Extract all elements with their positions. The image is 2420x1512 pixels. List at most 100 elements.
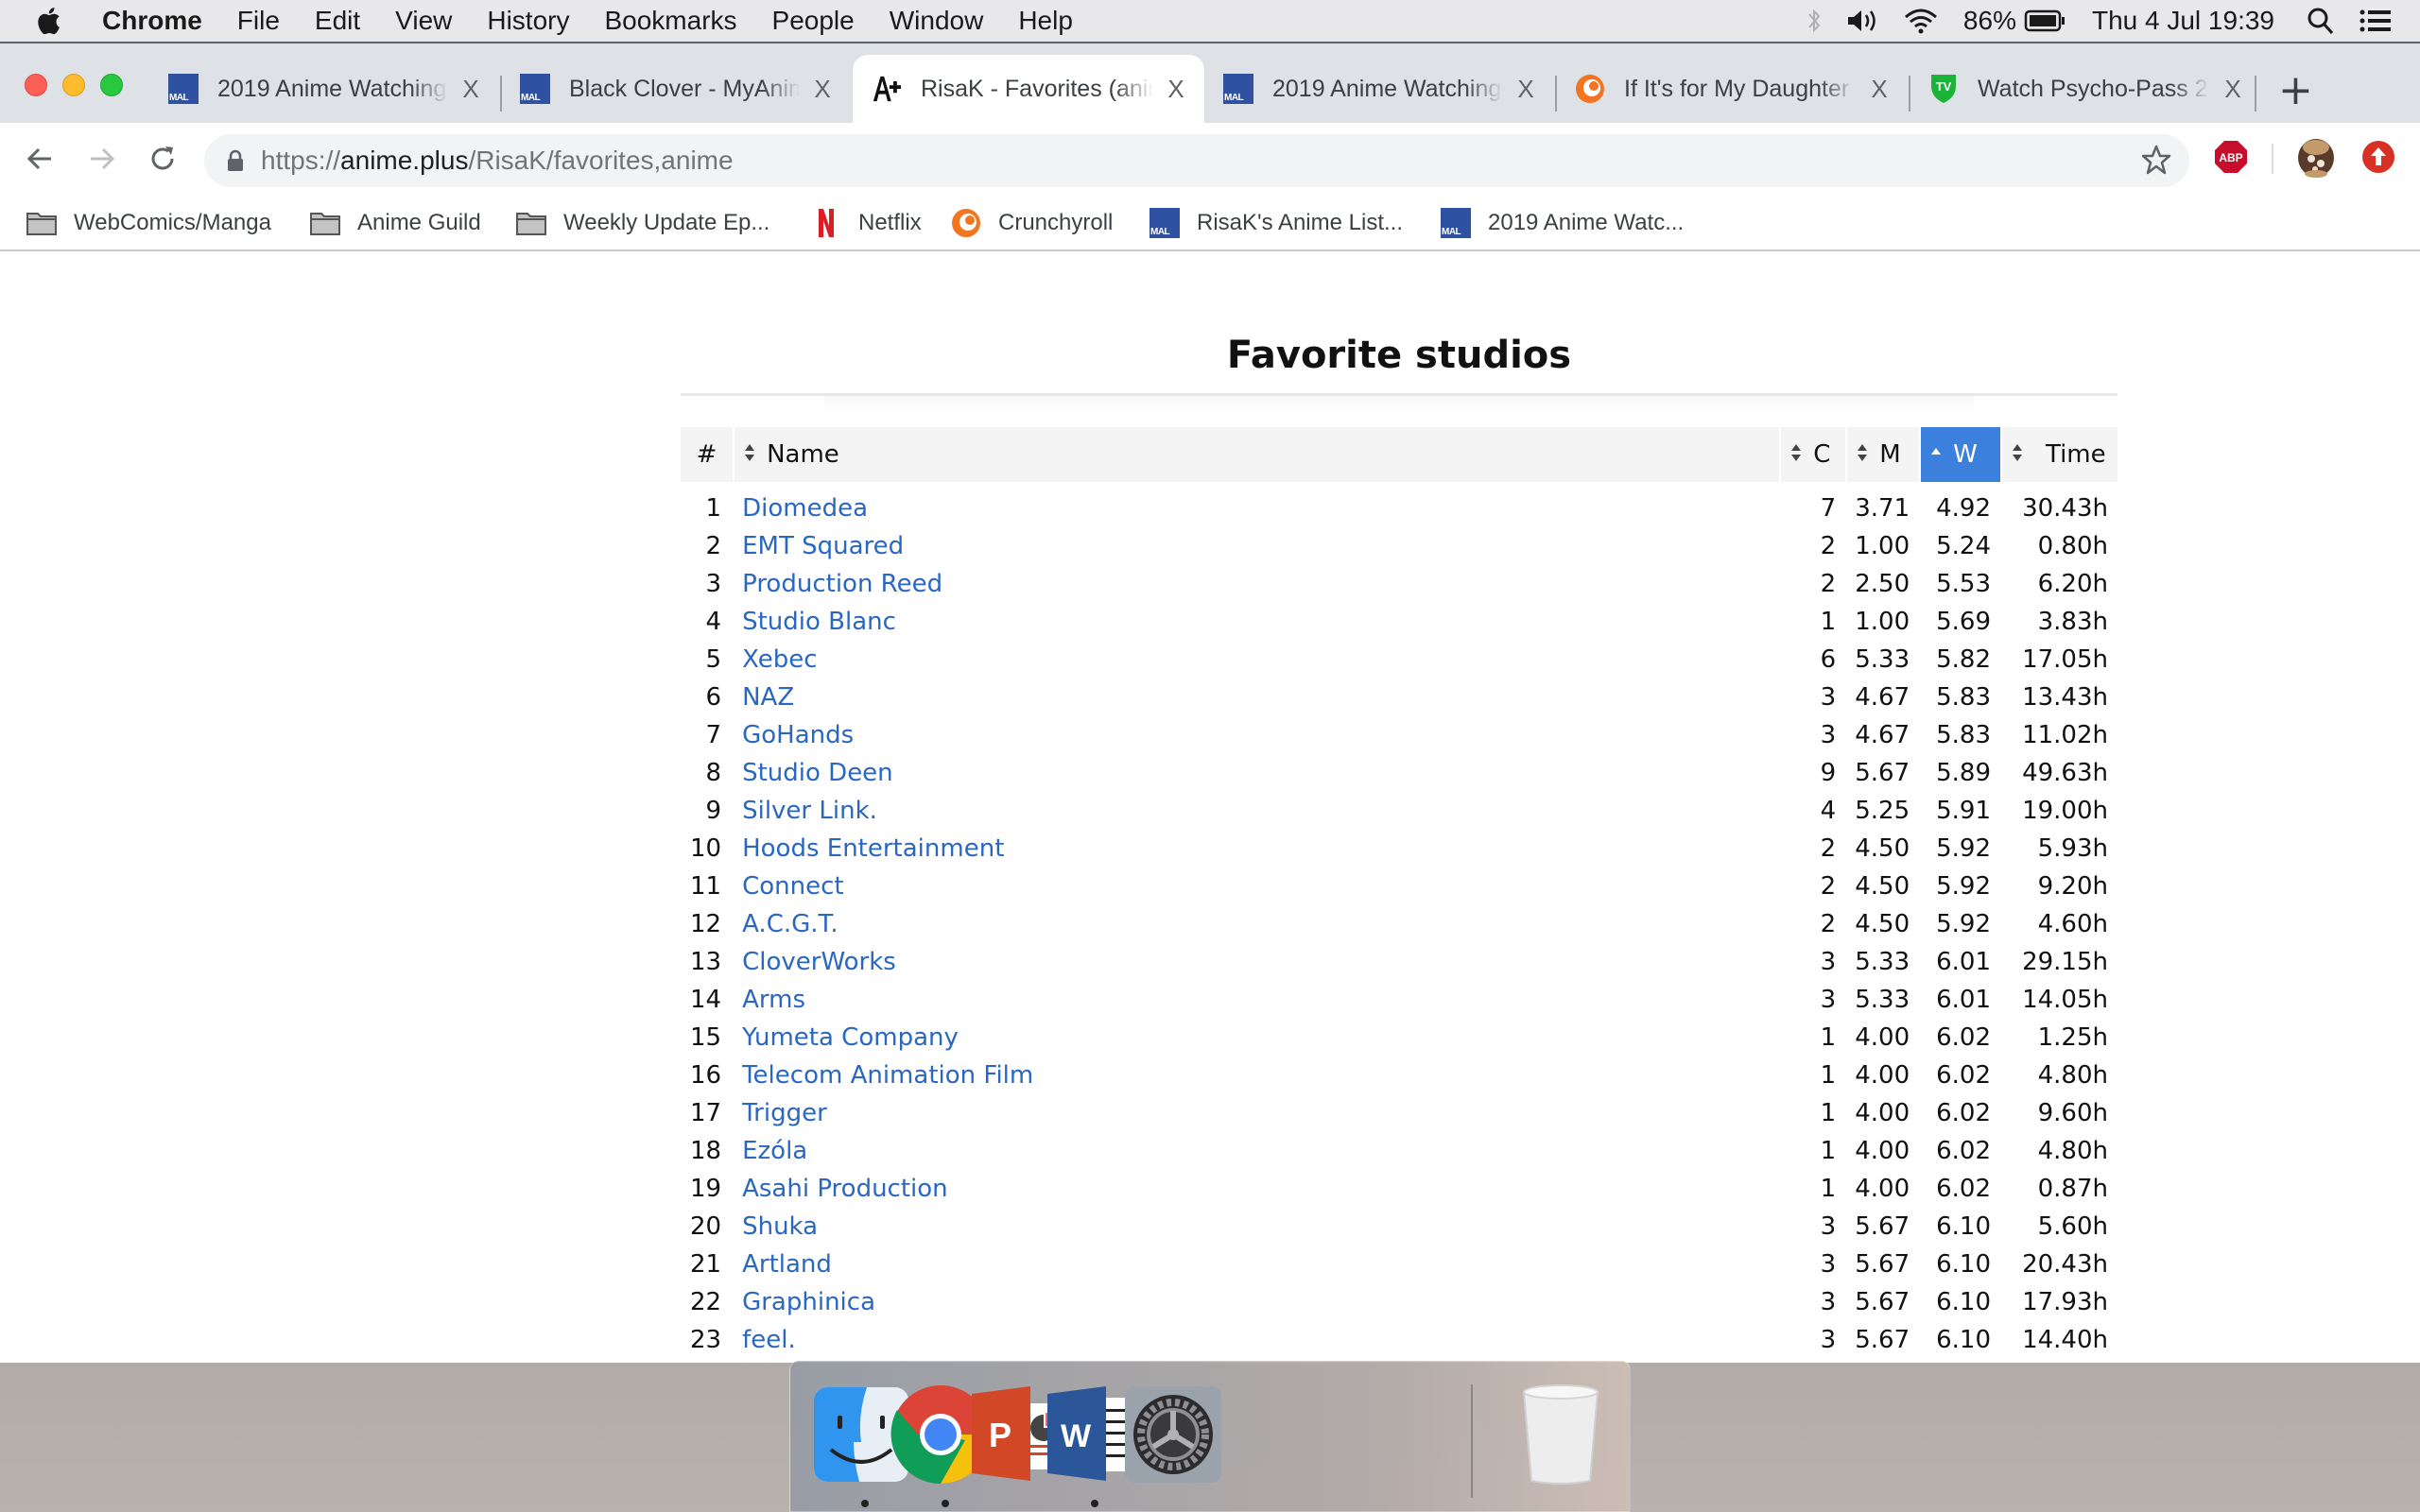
clock[interactable]: Thu 4 Jul 19:39 [2092,6,2274,36]
table-row: 1 Diomedea 7 3.71 4.92 30.43h [681,482,2118,527]
table-row: 15 Yumeta Company 1 4.00 6.02 1.25h [681,1019,2118,1057]
tab-risak-favorites[interactable]: RisaK - Favorites (anime) X [853,55,1204,123]
studio-link[interactable]: Diomedea [742,494,868,523]
studio-link[interactable]: Telecom Animation Film [742,1061,1033,1090]
column-header-time[interactable]: Time [2000,427,2118,482]
tab-black-clover[interactable]: Black Clover - MyAnimeList X [501,55,851,123]
studio-link[interactable]: GoHands [742,721,854,749]
bookmark-anime-guild[interactable]: Anime Guild [310,206,481,240]
count-cell: 1 [1820,1023,1837,1052]
column-header-c[interactable]: C [1779,427,1846,482]
notification-center-icon[interactable] [2360,9,2392,33]
tab-close-button[interactable]: X [1512,75,1539,104]
bookmark-risak-anime-list[interactable]: RisaK's Anime List... [1150,206,1403,240]
studio-link[interactable]: Studio Blanc [742,608,896,636]
volume-icon[interactable] [1846,8,1878,34]
tab-separator [2255,76,2256,112]
studio-link[interactable]: Production Reed [742,570,942,598]
studio-link[interactable]: Asahi Production [742,1175,948,1203]
tab-if-its-for-my-daughter[interactable]: If It's for My Daughter X [1556,55,1908,123]
studio-link[interactable]: Shuka [742,1212,818,1241]
dock-trash[interactable] [1509,1383,1613,1486]
table-row: 16 Telecom Animation Film 1 4.00 6.02 4.80h [681,1057,2118,1094]
column-header-w[interactable]: W [1919,427,2000,482]
menu-help[interactable]: Help [1018,6,1073,36]
battery-icon[interactable] [2024,9,2067,33]
menu-edit[interactable]: Edit [315,6,360,36]
back-button[interactable] [17,136,62,181]
reload-button[interactable] [140,136,185,181]
studio-link[interactable]: Trigger [742,1099,827,1127]
update-icon[interactable] [2361,140,2395,174]
menu-history[interactable]: History [487,6,569,36]
tab-watch-psycho-pass[interactable]: TV Watch Psycho-Pass 2 X [1910,55,2261,123]
profile-avatar[interactable] [2297,138,2335,178]
studio-link[interactable]: Arms [742,986,805,1014]
dock-system-preferences[interactable] [1121,1383,1225,1486]
spotlight-search-icon[interactable] [2307,7,2335,35]
menu-view[interactable]: View [395,6,452,36]
studio-link[interactable]: Studio Deen [742,759,893,787]
studio-link[interactable]: Yumeta Company [742,1023,959,1052]
mean-score-cell: 4.00 [1855,1023,1910,1052]
menu-app-name[interactable]: Chrome [102,6,202,36]
tab-2019-anime-watching[interactable]: 2019 Anime Watching X [149,55,499,123]
tab-close-button[interactable]: X [458,75,484,104]
apple-menu-icon[interactable] [36,7,74,35]
time-cell: 19.00h [2022,797,2108,825]
bookmark-star-icon[interactable] [2140,144,2172,176]
bookmark-webcomics-manga[interactable]: WebComics/Manga [26,206,271,240]
studio-link[interactable]: Graphinica [742,1288,875,1316]
studio-link[interactable]: A.C.G.T. [742,910,838,938]
fullscreen-window-button[interactable] [100,74,123,96]
mean-score-cell: 5.67 [1855,1326,1910,1354]
tab-title: RisaK - Favorites (anime) [921,75,1153,103]
mean-score-cell: 2.50 [1855,570,1910,598]
bookmark-2019-anime-watching[interactable]: 2019 Anime Watc... [1441,206,1684,240]
tab-close-button[interactable]: X [809,75,836,104]
studio-link[interactable]: Artland [742,1250,832,1279]
studio-link[interactable]: Hoods Entertainment [742,834,1004,863]
tab-close-button[interactable]: X [2220,75,2246,104]
tab-2019-anime-watching-2[interactable]: 2019 Anime Watching X [1204,55,1554,123]
bookmark-weekly-update[interactable]: Weekly Update Ep... [516,206,769,240]
tab-close-button[interactable]: X [1866,75,1893,104]
bookmark-netflix[interactable]: Netflix [811,206,922,240]
minimize-window-button[interactable] [62,74,85,96]
studio-link[interactable]: Xebec [742,645,817,674]
count-cell: 3 [1820,1326,1837,1354]
wifi-icon[interactable] [1903,7,1939,35]
menu-window[interactable]: Window [890,6,984,36]
time-cell: 5.93h [2037,834,2108,863]
adblock-plus-icon[interactable]: ABP [2214,140,2248,174]
studio-link[interactable]: Silver Link. [742,797,877,825]
studio-link[interactable]: feel. [742,1326,796,1354]
bookmark-crunchyroll[interactable]: Crunchyroll [951,206,1113,240]
close-window-button[interactable] [25,74,47,96]
menu-bookmarks[interactable]: Bookmarks [604,6,736,36]
studio-link[interactable]: NAZ [742,683,794,712]
studio-link[interactable]: EMT Squared [742,532,904,560]
column-header-name[interactable]: Name [733,427,1780,482]
column-header-m[interactable]: M [1845,427,1920,482]
count-cell: 3 [1820,948,1837,976]
new-tab-button[interactable]: + [2278,70,2313,112]
studio-link[interactable]: Connect [742,872,844,901]
address-bar[interactable]: https://anime.plus/RisaK/favorites,anime [204,134,2189,187]
studio-link[interactable]: CloverWorks [742,948,896,976]
count-cell: 1 [1820,608,1837,636]
table-row: 14 Arms 3 5.33 6.01 14.05h [681,981,2118,1019]
menu-people[interactable]: People [772,6,855,36]
tab-close-button[interactable]: X [1163,75,1189,104]
table-row: 3 Production Reed 2 2.50 5.53 6.20h [681,565,2118,603]
rank-cell: 7 [705,721,722,749]
menu-file[interactable]: File [237,6,280,36]
forward-button[interactable] [79,136,125,181]
lock-icon[interactable] [227,149,244,172]
bluetooth-icon[interactable] [1806,7,1822,35]
studio-link[interactable]: Ezóla [742,1137,807,1165]
sort-ascending-icon [1930,440,1944,469]
window-controls [25,74,138,96]
svg-text:TV: TV [1936,79,1952,94]
time-cell: 29.15h [2022,948,2108,976]
